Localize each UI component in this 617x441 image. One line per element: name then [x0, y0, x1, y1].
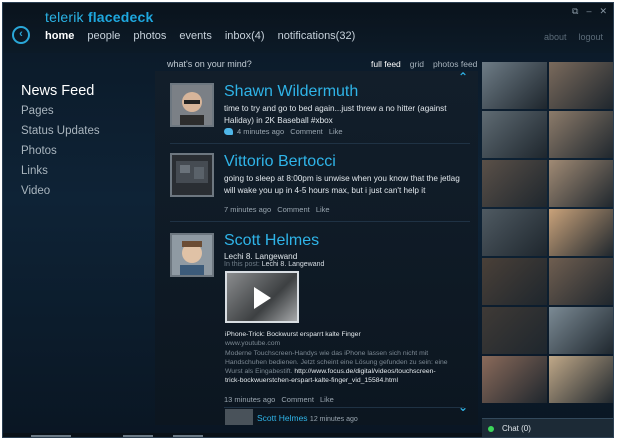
- post-author[interactable]: Shawn Wildermuth: [224, 83, 358, 101]
- photo-tile[interactable]: [549, 356, 613, 403]
- app-window: telerik flacedeck ⧉ – ✕ ‹ home people ph…: [2, 2, 614, 438]
- online-status-icon: [488, 426, 494, 432]
- strip-marker: [31, 435, 71, 437]
- scroll-up-icon[interactable]: ⌃: [458, 70, 468, 84]
- sidebar-item-video[interactable]: Video: [21, 185, 100, 197]
- about-link[interactable]: about: [544, 32, 567, 42]
- post-text: going to sleep at 8:00pm is unwise when …: [224, 174, 460, 195]
- sidebar-item-status-updates[interactable]: Status Updates: [21, 125, 100, 137]
- photo-tile[interactable]: [482, 209, 547, 256]
- nav-events[interactable]: events: [179, 30, 211, 42]
- photo-tile[interactable]: [482, 62, 547, 109]
- photo-tile[interactable]: [482, 356, 547, 403]
- photo-tile[interactable]: [482, 160, 547, 207]
- post-meta: 13 minutes ago Comment Like: [224, 395, 338, 404]
- post-text: time to try and go to bed again...just t…: [224, 104, 447, 125]
- tagged-people: In this post: Lechi 8. Langewand: [224, 261, 324, 268]
- post-meta: 4 minutes ago Comment Like: [224, 127, 347, 136]
- avatar[interactable]: [170, 233, 214, 277]
- post-time: 4 minutes ago: [237, 127, 285, 136]
- brand-name: flacedeck: [87, 9, 154, 25]
- strip-marker: [173, 435, 203, 437]
- feed-view-tabs: full feed grid photos feed: [371, 59, 477, 69]
- post-divider: [170, 143, 470, 144]
- comment: Scott Helmes 12 minutes ago: [257, 413, 358, 423]
- nav-photos[interactable]: photos: [133, 30, 166, 42]
- restore-icon[interactable]: ⧉: [572, 6, 578, 16]
- post-time: 7 minutes ago: [224, 205, 272, 214]
- video-description: Moderne Touchscreen-Handys wie das iPhon…: [225, 349, 450, 385]
- play-icon: [254, 287, 271, 309]
- video-source: www.youtube.com: [225, 340, 281, 347]
- twitter-bird-icon: [224, 128, 233, 135]
- like-link[interactable]: Like: [316, 205, 330, 214]
- in-post-prefix: In this post:: [224, 261, 260, 268]
- photo-tile[interactable]: [482, 307, 547, 354]
- tab-photos-feed[interactable]: photos feed: [433, 59, 477, 69]
- post-author[interactable]: Scott Helmes: [224, 232, 319, 250]
- like-link[interactable]: Like: [329, 127, 343, 136]
- sidebar-item-news-feed[interactable]: News Feed: [21, 83, 100, 99]
- close-icon[interactable]: ✕: [599, 6, 607, 16]
- avatar[interactable]: [170, 83, 214, 127]
- comment-link[interactable]: Comment: [290, 127, 323, 136]
- window-controls: ⧉ – ✕: [572, 6, 607, 16]
- avatar-image: [172, 155, 212, 195]
- chat-bar[interactable]: Chat (0): [482, 418, 613, 437]
- sidebar-item-links[interactable]: Links: [21, 165, 100, 177]
- app-logo: telerik flacedeck: [45, 9, 153, 25]
- back-button[interactable]: ‹: [12, 26, 30, 44]
- photo-tile[interactable]: [482, 258, 547, 305]
- nav-people[interactable]: people: [87, 30, 120, 42]
- photo-tile[interactable]: [549, 258, 613, 305]
- chevron-left-icon: ‹: [19, 28, 23, 40]
- post-time: 13 minutes ago: [224, 395, 276, 404]
- sidebar-item-photos[interactable]: Photos: [21, 145, 100, 157]
- photo-tile[interactable]: [549, 62, 613, 109]
- comment-divider: [224, 407, 464, 408]
- minimize-icon[interactable]: –: [586, 6, 591, 16]
- photo-tile[interactable]: [482, 111, 547, 158]
- brand-prefix: telerik: [45, 9, 84, 25]
- comment-author[interactable]: Scott Helmes: [257, 413, 308, 423]
- account-nav: about logout: [544, 32, 603, 42]
- comment-time: 12 minutes ago: [309, 416, 358, 423]
- sidebar-item-pages[interactable]: Pages: [21, 105, 100, 117]
- scroll-down-icon[interactable]: ⌄: [458, 400, 468, 414]
- tagged-person-link[interactable]: Lechi 8. Langewand: [262, 261, 325, 268]
- comment-link[interactable]: Comment: [277, 205, 310, 214]
- nav-inbox[interactable]: inbox(4): [225, 30, 265, 42]
- nav-notifications[interactable]: notifications(32): [278, 30, 356, 42]
- sidebar: News Feed Pages Status Updates Photos Li…: [21, 83, 100, 205]
- nav-home[interactable]: home: [45, 30, 74, 42]
- status-prompt[interactable]: what's on your mind?: [167, 59, 252, 69]
- bottom-strip: [3, 433, 482, 437]
- video-thumbnail[interactable]: [225, 271, 299, 323]
- logout-link[interactable]: logout: [578, 32, 603, 42]
- post-divider: [170, 221, 470, 222]
- photo-tile[interactable]: [549, 307, 613, 354]
- strip-marker: [123, 435, 153, 437]
- chat-label: Chat (0): [502, 424, 531, 433]
- photo-tile[interactable]: [549, 209, 613, 256]
- news-feed: Shawn Wildermuth time to try and go to b…: [155, 71, 478, 425]
- photo-tile[interactable]: [549, 160, 613, 207]
- tab-grid[interactable]: grid: [410, 59, 424, 69]
- video-title[interactable]: iPhone-Trick: Bockwurst ersparrt kalte F…: [225, 331, 361, 338]
- post-author[interactable]: Vittorio Bertocci: [224, 153, 336, 171]
- tab-full-feed[interactable]: full feed: [371, 59, 401, 69]
- top-bar: telerik flacedeck ⧉ – ✕ ‹ home people ph…: [3, 3, 613, 53]
- avatar-image: [172, 235, 212, 275]
- comment-link[interactable]: Comment: [281, 395, 314, 404]
- photo-grid: [482, 62, 613, 414]
- avatar[interactable]: [170, 153, 214, 197]
- like-link[interactable]: Like: [320, 395, 334, 404]
- comment-avatar[interactable]: [225, 409, 253, 425]
- photo-tile[interactable]: [549, 111, 613, 158]
- avatar-image: [172, 85, 212, 125]
- post-meta: 7 minutes ago Comment Like: [224, 205, 334, 214]
- main-nav: home people photos events inbox(4) notif…: [45, 30, 368, 42]
